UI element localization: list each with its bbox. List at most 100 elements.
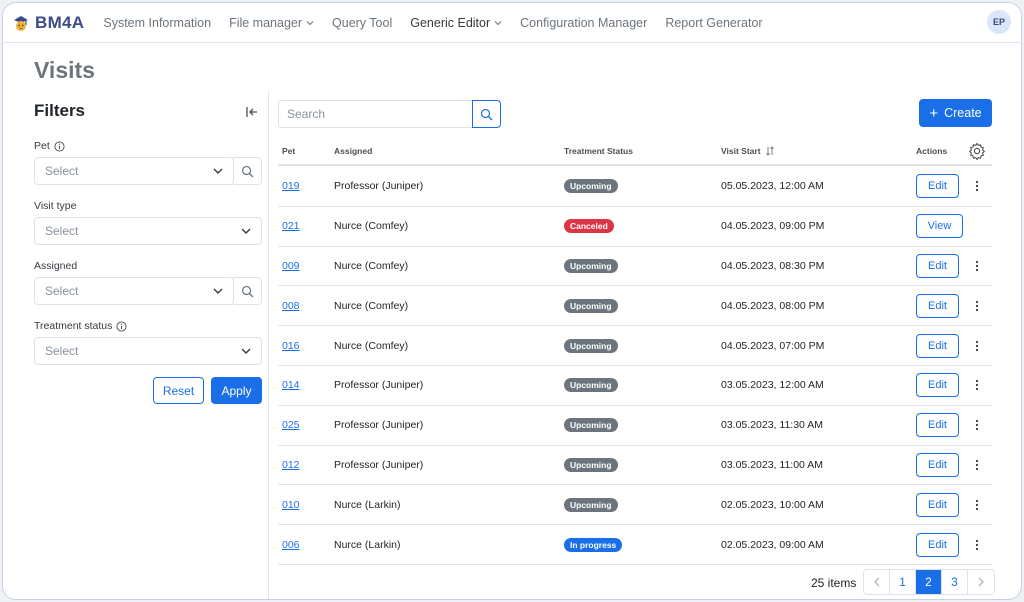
- status-cell: Upcoming: [564, 286, 618, 325]
- gear-icon[interactable]: [968, 142, 986, 160]
- visit-type-select[interactable]: Select: [34, 217, 262, 245]
- status-cell: Upcoming: [564, 366, 618, 405]
- chevron-down-icon: [241, 228, 251, 234]
- pet-link[interactable]: 008: [282, 286, 300, 325]
- row-menu-button[interactable]: [972, 366, 982, 405]
- action-cell: Edit: [916, 406, 959, 445]
- status-cell: Upcoming: [564, 446, 618, 485]
- pet-link[interactable]: 012: [282, 446, 300, 485]
- assigned-select[interactable]: Select: [34, 277, 234, 305]
- page-button[interactable]: 2: [916, 570, 942, 594]
- column-header-status[interactable]: Treatment Status: [564, 146, 633, 156]
- nav-item-configuration-manager[interactable]: Configuration Manager: [520, 16, 647, 30]
- row-menu-button[interactable]: [972, 485, 982, 524]
- column-header-visit-start[interactable]: Visit Start: [721, 146, 775, 156]
- create-button[interactable]: + Create: [919, 99, 992, 127]
- search-button[interactable]: [472, 100, 501, 128]
- pet-link[interactable]: 009: [282, 247, 300, 286]
- more-vertical-icon: [975, 260, 979, 272]
- avatar[interactable]: EP: [987, 10, 1011, 34]
- pet-label-text: Pet: [34, 140, 50, 152]
- visit-start-cell: 02.05.2023, 10:00 AM: [721, 498, 824, 511]
- action-cell: Edit: [916, 366, 959, 405]
- apply-button[interactable]: Apply: [211, 377, 262, 404]
- pet-link[interactable]: 019: [282, 167, 300, 206]
- row-menu-button[interactable]: [972, 247, 982, 286]
- table-row: 006 Nurce (Larkin) In progress 02.05.2023, …: [278, 525, 992, 565]
- search-input[interactable]: Search: [278, 100, 473, 128]
- nav-item-query-tool[interactable]: Query Tool: [332, 16, 392, 30]
- column-header-pet[interactable]: Pet: [282, 146, 295, 156]
- column-header-assigned[interactable]: Assigned: [334, 146, 372, 156]
- more-vertical-icon: [975, 380, 979, 391]
- pet-link[interactable]: 016: [282, 326, 300, 365]
- assigned-cell: Nurce (Larkin): [334, 498, 401, 511]
- pet-select[interactable]: Select: [34, 157, 234, 185]
- next-page-button[interactable]: [968, 570, 994, 594]
- edit-button[interactable]: Edit: [916, 253, 959, 278]
- treatment-status-select-placeholder: Select: [45, 344, 79, 358]
- status-badge: Upcoming: [564, 338, 618, 353]
- page-button[interactable]: 1: [890, 570, 916, 594]
- view-button[interactable]: View: [916, 214, 963, 239]
- visit-start-cell: 03.05.2023, 11:00 AM: [721, 458, 823, 471]
- row-menu-button[interactable]: [972, 406, 982, 445]
- assigned-search-button[interactable]: [233, 277, 262, 305]
- edit-button[interactable]: Edit: [916, 413, 959, 438]
- row-menu-button[interactable]: [972, 525, 982, 564]
- row-menu-button[interactable]: [972, 167, 982, 206]
- table-row: 019 Professor (Juniper) Upcoming 05.05.2023…: [278, 167, 992, 207]
- nav-item-label: Query Tool: [332, 15, 393, 30]
- more-vertical-icon: [975, 181, 979, 192]
- status-cell: Upcoming: [564, 406, 618, 445]
- brand[interactable]: BM4A: [11, 13, 84, 33]
- row-menu-button[interactable]: [972, 326, 982, 365]
- status-badge: Upcoming: [564, 258, 618, 273]
- pet-link[interactable]: 006: [282, 525, 300, 564]
- edit-button[interactable]: Edit: [916, 452, 959, 477]
- pet-link[interactable]: 010: [282, 485, 300, 524]
- visit-type-filter-label: Visit type: [34, 200, 76, 212]
- visit-start-cell: 04.05.2023, 08:00 PM: [721, 299, 825, 312]
- table-row: 010 Nurce (Larkin) Upcoming 02.05.2023, 10:…: [278, 485, 992, 526]
- logo-icon: [14, 15, 28, 31]
- search-placeholder: Search: [287, 107, 326, 121]
- pet-link[interactable]: 014: [282, 366, 300, 405]
- table-row: 014 Professor (Juniper) Upcoming 03.05.2023…: [278, 366, 992, 406]
- assigned-cell: Nurce (Comfey): [334, 259, 409, 272]
- action-cell: Edit: [916, 485, 959, 524]
- more-vertical-icon: [975, 499, 979, 510]
- pet-link[interactable]: 025: [282, 406, 300, 445]
- treatment-status-select[interactable]: Select: [34, 337, 262, 365]
- status-cell: Upcoming: [564, 247, 618, 286]
- edit-button[interactable]: Edit: [916, 293, 959, 318]
- visit-start-cell: 04.05.2023, 08:30 PM: [721, 259, 825, 272]
- pet-search-button[interactable]: [233, 157, 262, 185]
- info-icon[interactable]: [54, 140, 65, 152]
- edit-button[interactable]: Edit: [916, 532, 959, 557]
- status-badge: Upcoming: [564, 298, 618, 313]
- nav-item-system-information[interactable]: System Information: [103, 16, 211, 30]
- row-menu-button[interactable]: [972, 446, 982, 485]
- edit-button[interactable]: Edit: [916, 174, 959, 199]
- info-icon[interactable]: [116, 320, 127, 332]
- collapse-panel-icon[interactable]: [245, 105, 259, 119]
- pet-select-placeholder: Select: [45, 164, 79, 178]
- plus-icon: +: [929, 104, 939, 122]
- edit-button[interactable]: Edit: [916, 333, 959, 358]
- prev-page-button[interactable]: [864, 570, 890, 594]
- sort-icon[interactable]: [765, 146, 775, 156]
- row-menu-button[interactable]: [972, 286, 982, 325]
- edit-button[interactable]: Edit: [916, 373, 959, 398]
- pet-link[interactable]: 021: [282, 207, 300, 246]
- column-header-actions: Actions: [916, 146, 948, 156]
- page-button[interactable]: 3: [942, 570, 968, 594]
- nav-item-report-generator[interactable]: Report Generator: [665, 16, 762, 30]
- nav-item-generic-editor[interactable]: Generic Editor: [410, 16, 502, 30]
- reset-button[interactable]: Reset: [153, 377, 204, 404]
- nav-item-file-manager[interactable]: File manager: [229, 16, 314, 30]
- assigned-cell: Nurce (Larkin): [334, 538, 401, 551]
- table-header: Pet Assigned Treatment Status Visit Star…: [278, 136, 992, 166]
- assigned-cell: Professor (Juniper): [334, 419, 424, 432]
- edit-button[interactable]: Edit: [916, 492, 959, 517]
